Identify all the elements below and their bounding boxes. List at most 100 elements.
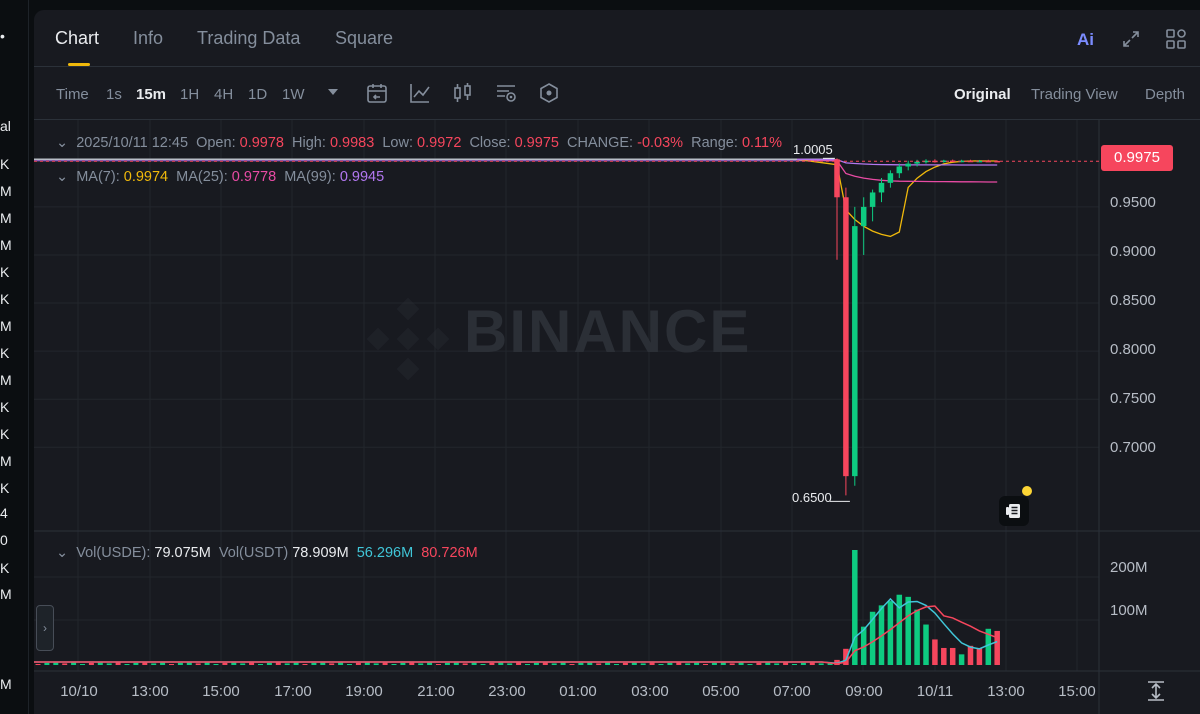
timeframe-15m[interactable]: 15m — [136, 86, 166, 103]
volume-bar — [703, 664, 708, 665]
left-list-item: M — [0, 237, 12, 253]
low-label: Low: — [382, 135, 413, 151]
volume-bar — [923, 624, 929, 665]
timeframe-1d[interactable]: 1D — [248, 86, 267, 103]
volume-bar — [311, 662, 317, 665]
volume-bar — [994, 630, 1000, 665]
volume-bar — [80, 664, 85, 665]
volume-bar — [213, 664, 219, 665]
left-list-item: M — [0, 210, 12, 226]
candle-body — [896, 166, 903, 174]
ma7-value: 0.9974 — [123, 169, 169, 185]
autoscale-icon[interactable] — [1146, 680, 1166, 702]
ma-legend: ⌄ MA(7): 0.9974 MA(25): 0.9778 MA(99): 0… — [56, 169, 384, 185]
volume-bar — [685, 663, 691, 665]
left-list-item: K — [0, 264, 10, 280]
volume-bar — [62, 663, 68, 665]
chevron-down-icon[interactable] — [327, 87, 339, 97]
timeframe-1h[interactable]: 1H — [180, 86, 199, 103]
low-value: 0.9972 — [417, 135, 462, 151]
volume-bar — [240, 663, 246, 665]
volume-bar — [133, 662, 139, 665]
hexagon-icon[interactable] — [538, 82, 560, 104]
y-tick: 0.7500 — [1110, 390, 1156, 407]
high-label: High: — [292, 135, 326, 151]
volume-bar — [151, 663, 157, 665]
volume-bar — [266, 662, 272, 665]
volume-bar — [658, 664, 664, 665]
news-icon[interactable] — [999, 496, 1029, 526]
volume-bar — [800, 662, 806, 665]
expand-icon[interactable] — [1121, 29, 1141, 49]
tab-chart[interactable]: Chart — [55, 28, 99, 49]
volume-bar — [914, 609, 920, 665]
collapse-chevron-icon[interactable]: ⌄ — [56, 169, 72, 185]
timeframe-1w[interactable]: 1W — [282, 86, 305, 103]
volume-bar — [222, 662, 228, 665]
view-original[interactable]: Original — [954, 86, 1011, 103]
volume-bar — [284, 663, 290, 665]
volume-bar — [507, 663, 513, 665]
volume-bar — [747, 664, 753, 665]
candle-datetime: 2025/10/11 12:45 — [76, 135, 189, 151]
volume-bar — [195, 663, 201, 665]
left-list-item: K — [0, 560, 10, 576]
time-label: Time — [56, 86, 89, 103]
vol-usde-value: 79.075M — [154, 545, 211, 561]
layout-grid-icon[interactable] — [1164, 27, 1188, 51]
volume-bar — [667, 662, 673, 665]
x-tick: 13:00 — [987, 683, 1025, 700]
collapse-chevron-icon[interactable]: ⌄ — [56, 135, 72, 151]
volume-bar — [525, 664, 530, 665]
left-list-item: K — [0, 480, 10, 496]
volume-bar — [106, 663, 112, 665]
ma99-label: MA(99): — [284, 169, 336, 185]
volume-bar — [373, 663, 379, 665]
timeframe-1s[interactable]: 1s — [106, 86, 122, 103]
expand-panel-button[interactable]: › — [36, 605, 54, 651]
volume-bar — [792, 664, 797, 665]
candle-body — [834, 159, 840, 198]
line-indicator-icon[interactable] — [409, 82, 431, 104]
left-list-item: K — [0, 399, 10, 415]
ai-icon[interactable]: Ai — [1077, 30, 1094, 50]
y-tick: 0.7000 — [1110, 439, 1156, 456]
candlestick-icon[interactable] — [452, 82, 474, 104]
left-list-item: M — [0, 372, 12, 388]
volume-bar — [347, 664, 352, 665]
x-tick: 15:00 — [202, 683, 240, 700]
volume-bar — [88, 662, 94, 665]
change-label: CHANGE: — [567, 135, 634, 151]
candle-info-legend: ⌄ 2025/10/11 12:45 Open: 0.9978 High: 0.… — [56, 135, 782, 151]
vol-ma1-value: 56.296M — [356, 545, 414, 561]
volume-bar — [818, 663, 824, 665]
ma99-line — [796, 158, 998, 166]
tab-info[interactable]: Info — [133, 28, 163, 49]
left-list-item: M — [0, 453, 12, 469]
volume-bar — [729, 663, 735, 665]
price-chart[interactable] — [34, 120, 1200, 714]
settings-list-icon[interactable] — [495, 82, 517, 104]
left-list-item: M — [0, 183, 12, 199]
collapse-chevron-icon[interactable]: ⌄ — [56, 545, 72, 561]
vol-usdt-value: 78.909M — [292, 545, 349, 561]
calendar-icon[interactable] — [366, 82, 388, 104]
view-depth[interactable]: Depth — [1145, 86, 1185, 103]
volume-bar — [418, 663, 424, 665]
tab-trading-data[interactable]: Trading Data — [197, 28, 300, 49]
candle-body — [869, 192, 876, 207]
candle-body — [860, 206, 867, 227]
open-value: 0.9978 — [239, 135, 284, 151]
volume-tick: 100M — [1110, 602, 1148, 619]
tab-square[interactable]: Square — [335, 28, 393, 49]
view-trading-view[interactable]: Trading View — [1031, 86, 1118, 103]
x-tick: 19:00 — [345, 683, 383, 700]
candle-body — [914, 161, 920, 164]
volume-bar — [436, 664, 441, 665]
x-tick: 07:00 — [773, 683, 811, 700]
volume-bar — [958, 654, 965, 665]
timeframe-4h[interactable]: 4H — [214, 86, 233, 103]
volume-bar — [35, 664, 41, 665]
open-label: Open: — [196, 135, 236, 151]
vol-usde-label: Vol(USDE): — [76, 545, 151, 561]
